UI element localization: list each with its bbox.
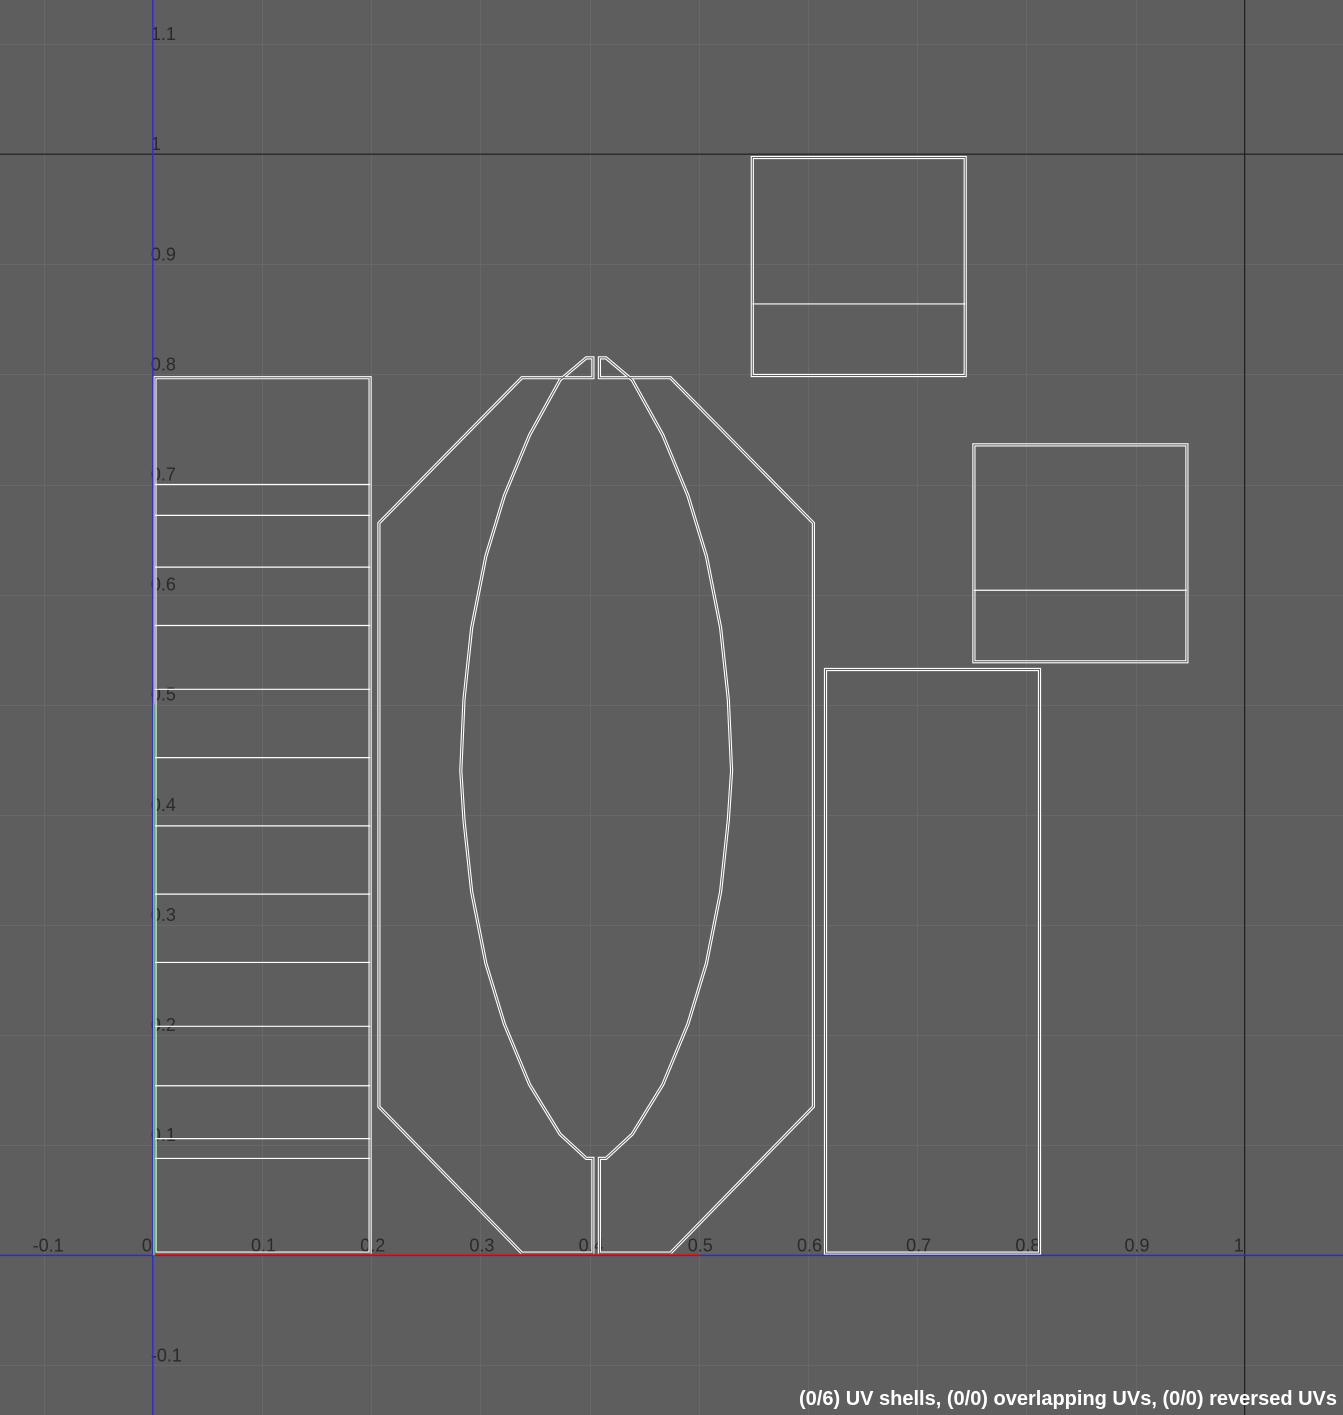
uv-space-border bbox=[0, 0, 1343, 1415]
uv-stats-readout: (0/6) UV shells, (0/0) overlapping UVs, … bbox=[799, 1388, 1337, 1410]
shell-border bbox=[597, 356, 816, 1255]
u-tick-label: 0 bbox=[142, 1235, 152, 1255]
uv-axes bbox=[0, 0, 1343, 1415]
shell-border-inner bbox=[973, 444, 1188, 663]
shell-border-inner bbox=[825, 669, 1040, 1254]
u-tick-label: 0.3 bbox=[469, 1235, 494, 1255]
shell-border bbox=[377, 356, 595, 1255]
u-tick-label: 0.9 bbox=[1125, 1235, 1150, 1255]
v-tick-label: -0.1 bbox=[151, 1345, 182, 1365]
shell-border bbox=[823, 667, 1042, 1255]
v-tick-label: 0.8 bbox=[151, 354, 176, 374]
right-box-shell[interactable] bbox=[972, 443, 1189, 664]
u-tick-label: 0.5 bbox=[688, 1235, 713, 1255]
u-tick-label: 0.6 bbox=[797, 1235, 822, 1255]
v-tick-label: 1.1 bbox=[151, 24, 176, 44]
u-tick-label: 1 bbox=[1234, 1235, 1244, 1255]
u-tick-label: -0.1 bbox=[33, 1235, 64, 1255]
shell-border bbox=[972, 443, 1189, 664]
uv-canvas[interactable]: -0.1 0 0.1 0.2 0.3 0.4 0.5 0.6 0.7 0.8 0.9 1-0.10.1… bbox=[0, 0, 1343, 1415]
v-tick-label: 0.9 bbox=[151, 244, 176, 264]
top-box-shell[interactable] bbox=[750, 155, 967, 378]
right-cap-shell[interactable] bbox=[597, 356, 816, 1255]
shell-border bbox=[750, 155, 967, 378]
axis-tick-labels: -0.1 0 0.1 0.2 0.3 0.4 0.5 0.6 0.7 0.8 0.9 1-0.10.1… bbox=[33, 24, 1244, 1365]
uv-editor-viewport[interactable]: -0.1 0 0.1 0.2 0.3 0.4 0.5 0.6 0.7 0.8 0.9 1 -0.1 0.1… bbox=[0, 0, 1343, 1415]
tall-panel-shell[interactable] bbox=[823, 667, 1042, 1255]
shell-border-inner bbox=[751, 157, 966, 376]
uv-grid bbox=[0, 0, 1343, 1415]
left-cap-shell[interactable] bbox=[377, 356, 595, 1255]
